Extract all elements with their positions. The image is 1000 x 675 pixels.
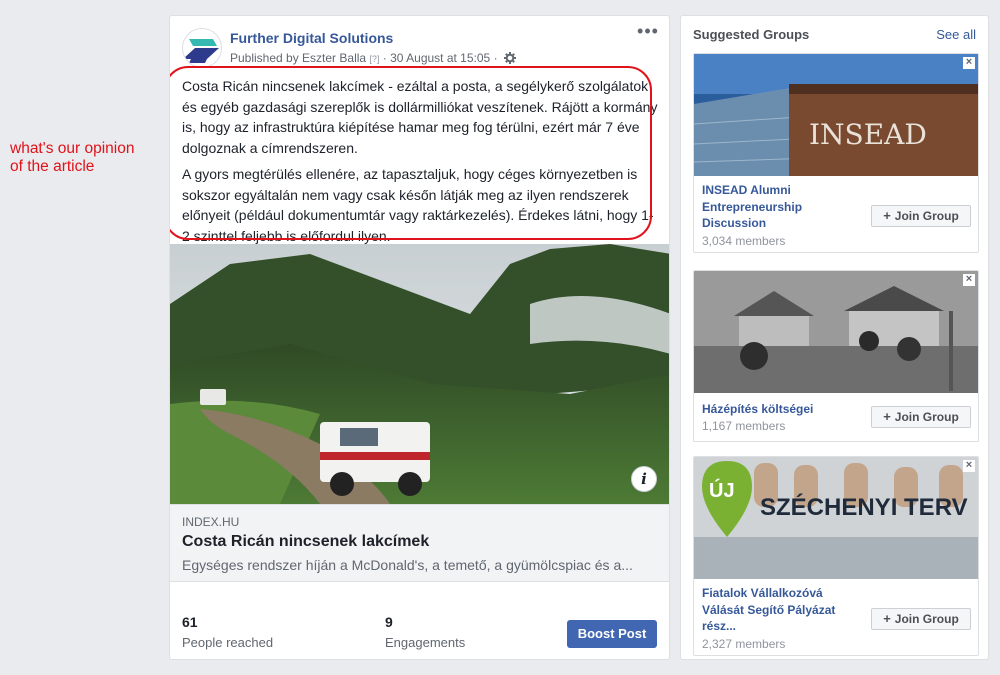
stat-value: 61 — [182, 614, 198, 630]
published-by[interactable]: Published by Eszter Balla — [230, 51, 366, 65]
group-members: 3,034 members — [702, 234, 786, 248]
post-timestamp[interactable]: 30 August at 15:05 — [390, 51, 490, 65]
post-paragraph-2: A gyors megtérülés ellenére, az tapaszta… — [182, 166, 654, 244]
meta-separator-2: · — [493, 51, 498, 65]
gear-icon[interactable] — [503, 52, 516, 64]
page-name-link[interactable]: Further Digital Solutions — [230, 30, 393, 46]
stat-engagements[interactable]: 9 Engagements — [385, 614, 465, 650]
join-group-label: Join Group — [894, 209, 959, 223]
plus-icon: + — [883, 409, 891, 424]
join-group-button[interactable]: + Join Group — [871, 205, 971, 227]
stat-value: 9 — [385, 614, 393, 630]
post-header: Further Digital Solutions Published by E… — [170, 16, 669, 71]
group-card: × Házépítés költségei 1,167 members + Joi… — [693, 270, 979, 442]
group-members: 2,327 members — [702, 637, 786, 651]
post-text: Costa Ricán nincsenek lakcímek - ezáltal… — [182, 76, 660, 252]
join-group-label: Join Group — [894, 612, 959, 626]
join-group-button[interactable]: + Join Group — [871, 608, 971, 630]
annotation-line-1: what's our opinion — [10, 140, 135, 157]
group-members: 1,167 members — [702, 419, 786, 433]
group-card: ÚJ SZÉCHENYI TERV × Fiatalok Vállalkozóv… — [693, 456, 979, 656]
plus-icon: + — [883, 611, 891, 626]
see-all-link[interactable]: See all — [936, 27, 976, 42]
page-logo[interactable] — [182, 28, 222, 68]
group-card: INSEAD × INSEAD Alumni Entrepreneurship … — [693, 53, 979, 253]
group-image[interactable]: INSEAD × — [694, 54, 978, 176]
group-image-caption: INSEAD — [809, 118, 927, 151]
annotation-note: what's our opinion of the article — [10, 140, 160, 176]
join-group-button[interactable]: + Join Group — [871, 406, 971, 428]
stat-people-reached[interactable]: 61 People reached — [182, 614, 273, 650]
link-description: Egységes rendszer híján a McDonald's, a … — [182, 557, 633, 573]
suggested-groups-title: Suggested Groups — [693, 27, 810, 42]
info-icon[interactable]: i — [631, 466, 657, 492]
group-name-link[interactable]: INSEAD Alumni Entrepreneurship Discussio… — [702, 182, 852, 232]
help-marker[interactable]: [?] — [369, 54, 379, 64]
plus-icon: + — [883, 208, 891, 223]
close-icon[interactable]: × — [963, 57, 975, 69]
stat-label: People reached — [182, 635, 274, 650]
close-icon[interactable]: × — [963, 274, 975, 286]
group-image-caption: SZÉCHENYI TERV — [760, 493, 968, 521]
stat-label: Engagements — [385, 635, 466, 650]
link-preview[interactable]: INDEX.HU Costa Ricán nincsenek lakcímek … — [170, 504, 669, 582]
more-options-icon[interactable]: ••• — [637, 22, 659, 42]
group-image-badge: ÚJ — [709, 478, 735, 502]
meta-separator: · — [382, 51, 387, 65]
link-domain: INDEX.HU — [182, 515, 240, 529]
boost-post-button[interactable]: Boost Post — [567, 620, 657, 648]
post-paragraph-1: Costa Ricán nincsenek lakcímek - ezáltal… — [182, 78, 658, 156]
group-image[interactable]: × — [694, 271, 978, 393]
link-title[interactable]: Costa Ricán nincsenek lakcímek — [182, 533, 429, 551]
join-group-label: Join Group — [894, 410, 959, 424]
close-icon[interactable]: × — [963, 460, 975, 472]
group-name-link[interactable]: Házépítés költségei — [702, 401, 882, 418]
post-meta: Published by Eszter Balla [?] · 30 Augus… — [230, 51, 516, 65]
suggested-groups-panel: Suggested Groups See all INSEAD × INSEAD… — [680, 15, 989, 660]
annotation-line-2: of the article — [10, 158, 95, 175]
post-card: Further Digital Solutions Published by E… — [169, 15, 670, 660]
group-name-link[interactable]: Fiatalok Vállalkozóvá Válását Segítő Pál… — [702, 585, 852, 635]
group-image[interactable]: ÚJ SZÉCHENYI TERV × — [694, 457, 978, 579]
link-preview-image[interactable]: i — [170, 244, 669, 504]
